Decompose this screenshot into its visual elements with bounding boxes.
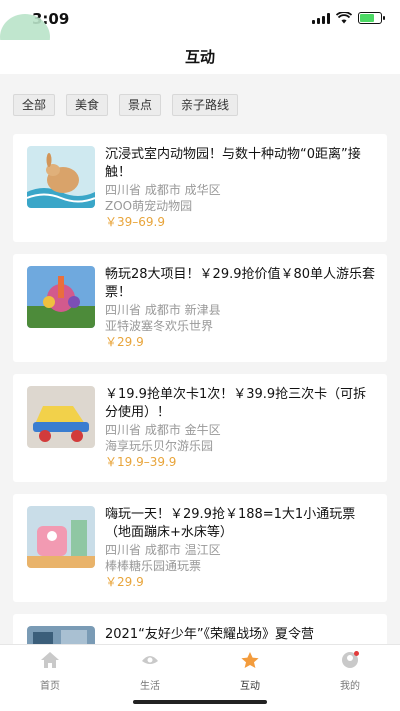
- card-title: ￥19.9抢单次卡1次！￥39.9抢三次卡（可拆分使用）！: [105, 387, 367, 420]
- filter-chip-food[interactable]: 美食: [66, 94, 109, 116]
- status-bar: 3:09: [0, 0, 400, 40]
- card-title: 嗨玩一天！￥29.9抢￥188=1大1小通玩票（地面蹦床+水床等）: [105, 507, 356, 540]
- interact-icon: [241, 652, 259, 668]
- card-title: 2021“友好少年”《荣耀战场》夏令营: [105, 627, 315, 642]
- card-price: ￥39–69.9: [105, 215, 165, 229]
- filter-chip-sights[interactable]: 景点: [119, 94, 162, 116]
- activity-card[interactable]: 畅玩28大项目！￥29.9抢价值￥80单人游乐套票！ 四川省 成都市 新津县 亚…: [13, 254, 387, 362]
- battery-icon: [358, 12, 385, 24]
- card-venue: 棒棒糖乐园通玩票: [105, 559, 202, 573]
- card-thumbnail-playground: [27, 506, 95, 568]
- card-thumbnail-animal: [27, 146, 95, 208]
- filter-bar: 全部 美食 景点 亲子路线: [13, 94, 239, 116]
- tab-label: 首页: [40, 681, 60, 692]
- card-location: 四川省 成都市 温江区: [105, 543, 221, 557]
- card-title: 沉浸式室内动物园！与数十种动物“0距离”接触！: [105, 147, 361, 180]
- home-icon: [41, 652, 59, 668]
- card-venue: 海享玩乐贝尔游乐园: [105, 439, 214, 453]
- tab-life[interactable]: 生活: [100, 651, 200, 692]
- profile-icon: [342, 651, 359, 668]
- tab-label: 互动: [240, 681, 260, 692]
- home-indicator: [133, 700, 267, 704]
- tab-profile[interactable]: 我的: [300, 651, 400, 692]
- card-venue: ZOO萌宠动物园: [105, 199, 193, 213]
- signal-icon: [312, 12, 330, 24]
- card-location: 四川省 成都市 新津县: [105, 303, 221, 317]
- tab-home[interactable]: 首页: [0, 651, 100, 692]
- wifi-icon: [336, 12, 352, 24]
- activity-card[interactable]: 沉浸式室内动物园！与数十种动物“0距离”接触！ 四川省 成都市 成华区 ZOO萌…: [13, 134, 387, 242]
- header: 互动: [0, 40, 400, 74]
- filter-chip-all[interactable]: 全部: [13, 94, 56, 116]
- card-price: ￥29.9: [105, 335, 144, 349]
- status-icons: [312, 12, 385, 24]
- card-thumbnail-park: [27, 266, 95, 328]
- card-price: ￥29.9: [105, 575, 144, 589]
- activity-card[interactable]: 嗨玩一天！￥29.9抢￥188=1大1小通玩票（地面蹦床+水床等） 四川省 成都…: [13, 494, 387, 602]
- card-title: 畅玩28大项目！￥29.9抢价值￥80单人游乐套票！: [105, 267, 376, 300]
- card-thumbnail-toy-car: [27, 386, 95, 448]
- tab-label: 我的: [340, 681, 360, 692]
- page-title: 互动: [184, 48, 215, 66]
- card-location: 四川省 成都市 成华区: [105, 183, 221, 197]
- card-price: ￥19.9–39.9: [105, 455, 177, 469]
- activity-card[interactable]: ￥19.9抢单次卡1次！￥39.9抢三次卡（可拆分使用）！ 四川省 成都市 金牛…: [13, 374, 387, 482]
- filter-chip-family-route[interactable]: 亲子路线: [172, 94, 239, 116]
- tab-label: 生活: [140, 681, 160, 692]
- card-location: 四川省 成都市 金牛区: [105, 423, 221, 437]
- life-icon: [142, 656, 158, 664]
- card-venue: 亚特波塞冬欢乐世界: [105, 319, 214, 333]
- tab-interact[interactable]: 互动: [200, 651, 300, 692]
